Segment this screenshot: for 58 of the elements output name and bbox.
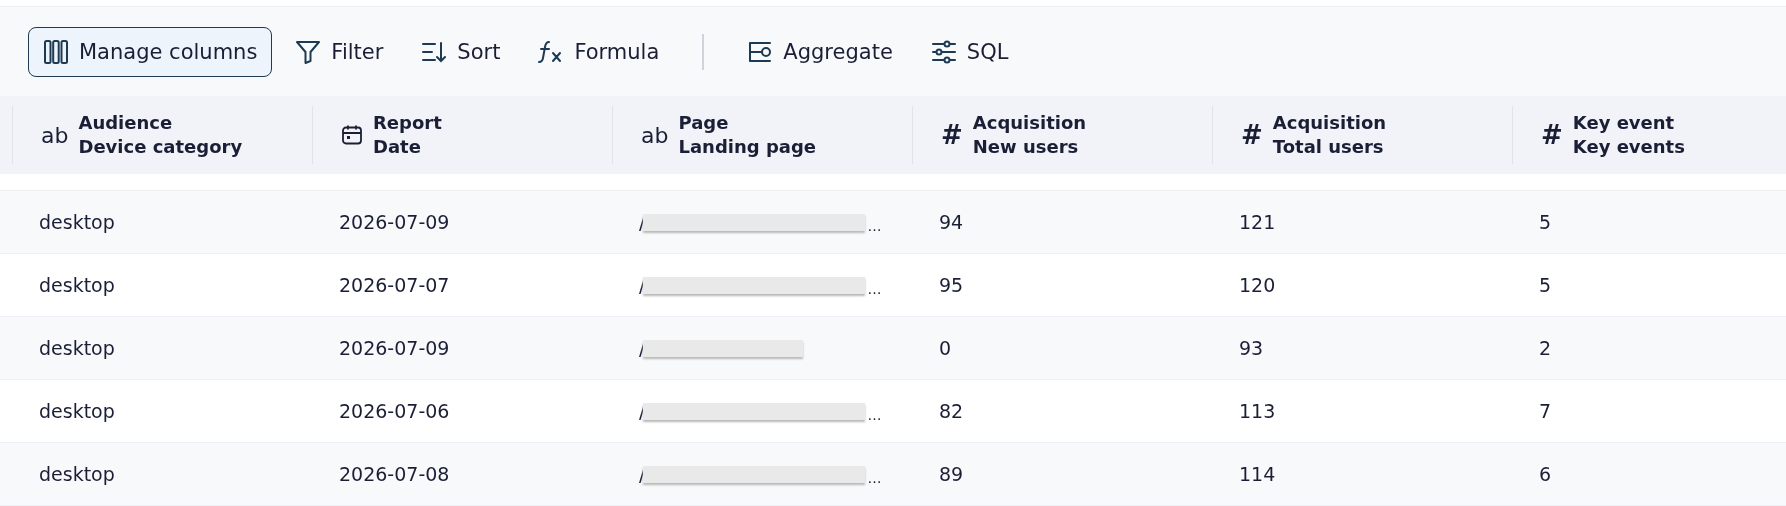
- table-cell: 2026-07-09: [339, 337, 450, 359]
- table-cell: 2026-07-09: [339, 211, 450, 233]
- table-cell: 95: [939, 274, 964, 296]
- sliders-icon: [930, 39, 957, 64]
- table-cell: 2026-07-06: [339, 400, 450, 422]
- column-group: Audience: [78, 111, 243, 135]
- table-cell: 5: [1539, 211, 1552, 233]
- column-group: Report: [373, 111, 442, 135]
- table-cell: desktop: [39, 400, 115, 422]
- table-cell: 94: [939, 211, 964, 233]
- column-header[interactable]: New users: [972, 135, 1087, 159]
- toolbar-button[interactable]: Sort: [406, 26, 516, 77]
- table-cell: 2: [1539, 337, 1552, 359]
- column-header[interactable]: Total users: [1272, 135, 1387, 159]
- number-type-icon: #: [941, 120, 963, 150]
- ellipsis: …: [867, 406, 882, 423]
- calendar-icon: [341, 124, 363, 146]
- column-group: Acquisition: [1272, 111, 1387, 135]
- column-header[interactable]: Key events: [1572, 135, 1685, 159]
- column-group: Acquisition: [972, 111, 1087, 135]
- column-header[interactable]: Landing page: [678, 135, 817, 159]
- table-cell: desktop: [39, 463, 115, 485]
- table-cell: 89: [939, 463, 964, 485]
- table-cell: 121: [1239, 211, 1276, 233]
- toolbar-button[interactable]: SQL: [915, 26, 1024, 77]
- table-cell: 114: [1239, 463, 1276, 485]
- text-type-icon: ab: [641, 122, 669, 148]
- toolbar-button[interactable]: Aggregate: [732, 26, 908, 77]
- ellipsis: …: [867, 280, 882, 297]
- table-cell: 82: [939, 400, 964, 422]
- number-type-icon: #: [1241, 120, 1263, 150]
- filter-icon: [295, 38, 322, 65]
- table-cell: 7: [1539, 400, 1552, 422]
- sort-icon: [421, 40, 448, 63]
- table-cell: desktop: [39, 274, 115, 296]
- toolbar-button[interactable]: Manage columns: [28, 26, 273, 77]
- table-cell: 113: [1239, 400, 1276, 422]
- column-header[interactable]: Device category: [78, 135, 243, 159]
- table-cell: 2026-07-07: [339, 274, 450, 296]
- toolbar-button[interactable]: Filter: [280, 26, 399, 77]
- table-cell: 0: [939, 337, 952, 359]
- column-group: Key event: [1572, 111, 1685, 135]
- table-cell: 5: [1539, 274, 1552, 296]
- toolbar-divider: [702, 33, 705, 70]
- text-type-icon: ab: [41, 122, 69, 148]
- columns-icon: [43, 38, 69, 65]
- table-cell: 6: [1539, 463, 1552, 485]
- table-cell: desktop: [39, 337, 115, 359]
- ellipsis: …: [867, 217, 882, 234]
- toolbar-button[interactable]: Formula: [523, 26, 675, 77]
- column-header[interactable]: Date: [373, 135, 442, 159]
- table-cell: 120: [1239, 274, 1276, 296]
- table-cell: 2026-07-08: [339, 463, 450, 485]
- table-cell: 93: [1239, 337, 1264, 359]
- column-group: Page: [678, 111, 817, 135]
- table-cell: desktop: [39, 211, 115, 233]
- number-type-icon: #: [1541, 120, 1563, 150]
- ellipsis: …: [867, 469, 882, 486]
